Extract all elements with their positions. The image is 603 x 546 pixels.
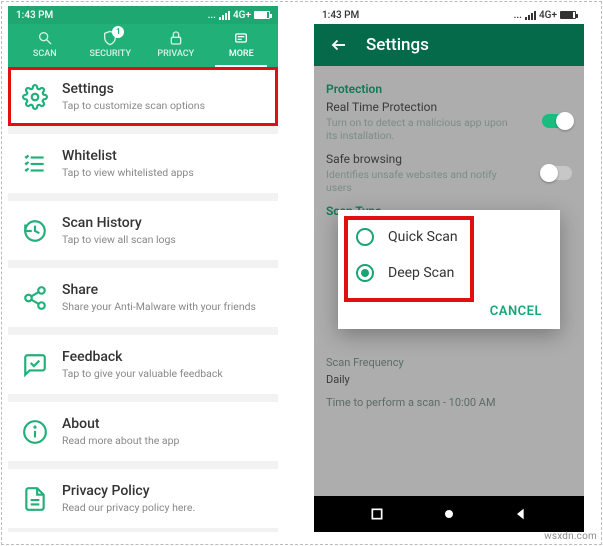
nav-recents-icon[interactable] <box>368 505 386 523</box>
gear-icon <box>22 84 48 110</box>
scan-type-dialog: Quick Scan Deep Scan CANCEL <box>338 210 560 329</box>
signal-icon <box>525 11 536 20</box>
item-subtitle: Tap to customize scan options <box>62 99 205 112</box>
item-title: Feedback <box>62 349 223 365</box>
history-icon <box>22 218 48 244</box>
network-label: 4G+ <box>539 10 557 21</box>
item-about[interactable]: About Read more about the app <box>8 402 278 461</box>
item-title: Whitelist <box>62 148 194 164</box>
feedback-icon <box>22 352 48 378</box>
item-subtitle: Share your Anti-Malware with your friend… <box>62 300 256 313</box>
app-bar: Settings <box>314 24 584 66</box>
watermark: wsxdn.com <box>544 531 597 542</box>
item-subtitle: Tap to view all scan logs <box>62 233 176 246</box>
item-subtitle: Read more about the app <box>62 434 179 447</box>
scan-time-label: Time to perform a scan - 10:00 AM <box>326 396 572 409</box>
nav-back-icon[interactable] <box>512 505 530 523</box>
item-settings[interactable]: Settings Tap to customize scan options <box>8 67 278 126</box>
top-tabs: SCAN 1 SECURITY PRIVACY MORE <box>8 24 278 67</box>
shield-icon: 1 <box>102 30 118 46</box>
item-feedback[interactable]: Feedback Tap to give your valuable feedb… <box>8 335 278 394</box>
toggle-safebrowsing[interactable] <box>542 166 572 180</box>
battery-icon <box>560 11 576 19</box>
row-safe-browsing[interactable]: Safe browsing Identifies unsafe websites… <box>326 152 572 194</box>
item-subtitle: Tap to give your valuable feedback <box>62 367 223 380</box>
phone-right: 1:43 PM ... 4G+ Settings Protection Real… <box>314 6 584 532</box>
radio-quick-scan[interactable]: Quick Scan <box>356 228 542 246</box>
battery-icon <box>254 11 270 19</box>
lock-icon <box>168 30 184 46</box>
item-title: Share <box>62 282 256 298</box>
section-protection: Protection <box>326 82 572 96</box>
item-title: About <box>62 416 179 432</box>
item-privacy-policy[interactable]: Privacy Policy Read our privacy policy h… <box>8 469 278 528</box>
tab-scan[interactable]: SCAN <box>12 30 78 67</box>
tab-more[interactable]: MORE <box>209 30 275 67</box>
radio-icon <box>356 228 374 246</box>
badge: 1 <box>112 26 124 38</box>
tab-security[interactable]: 1 SECURITY <box>78 30 144 67</box>
share-icon <box>22 285 48 311</box>
scan-frequency-label: Scan Frequency <box>326 356 572 369</box>
android-nav-bar <box>314 496 584 532</box>
item-title: Privacy Policy <box>62 483 195 499</box>
more-icon <box>233 30 249 46</box>
app-bar-title: Settings <box>366 35 429 55</box>
back-icon[interactable] <box>330 36 348 54</box>
item-subtitle: Tap to view whitelisted apps <box>62 166 194 179</box>
radio-icon <box>356 264 374 282</box>
toggle-realtime[interactable] <box>542 114 572 128</box>
list-check-icon <box>22 151 48 177</box>
signal-icon <box>219 11 230 20</box>
scan-frequency-value: Daily <box>326 373 572 386</box>
network-label: 4G+ <box>233 10 251 21</box>
item-title: Settings <box>62 81 205 97</box>
item-subtitle: Read our privacy policy here. <box>62 501 195 514</box>
item-share[interactable]: Share Share your Anti-Malware with your … <box>8 268 278 327</box>
item-scan-history[interactable]: Scan History Tap to view all scan logs <box>8 201 278 260</box>
radio-deep-scan[interactable]: Deep Scan <box>356 264 542 282</box>
item-whitelist[interactable]: Whitelist Tap to view whitelisted apps <box>8 134 278 193</box>
nav-home-icon[interactable] <box>440 505 458 523</box>
item-title: Scan History <box>62 215 176 231</box>
search-icon <box>37 30 53 46</box>
status-bar: 1:43 PM ... 4G+ <box>8 6 278 24</box>
row-realtime-protection[interactable]: Real Time Protection Turn on to detect a… <box>326 100 572 142</box>
status-time: 1:43 PM <box>322 10 359 21</box>
info-icon <box>22 419 48 445</box>
more-list: Settings Tap to customize scan options W… <box>8 67 278 528</box>
cancel-button[interactable]: CANCEL <box>490 304 542 319</box>
status-bar: 1:43 PM ... 4G+ <box>314 6 584 24</box>
phone-left: 1:43 PM ... 4G+ SCAN 1 SECURITY <box>8 6 278 532</box>
tab-privacy[interactable]: PRIVACY <box>143 30 209 67</box>
document-icon <box>22 486 48 512</box>
status-time: 1:43 PM <box>16 10 53 21</box>
